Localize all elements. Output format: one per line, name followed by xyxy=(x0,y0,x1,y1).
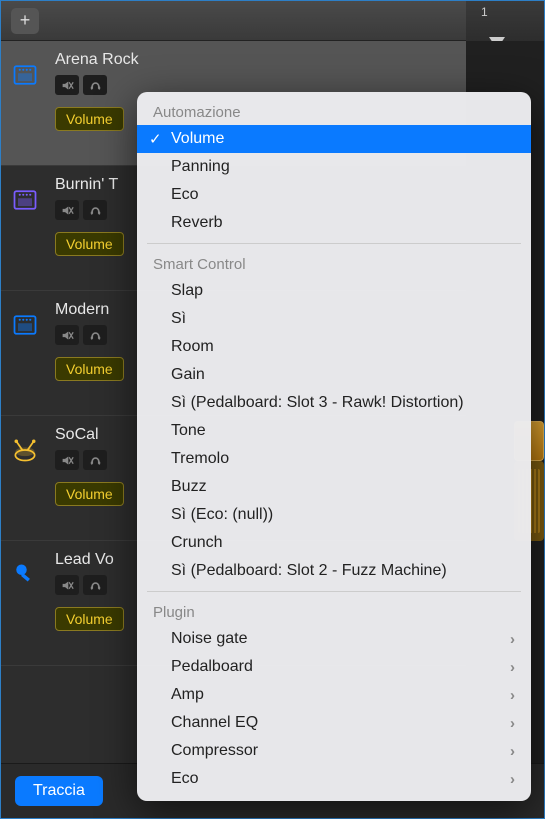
menu-section-label: Automazione xyxy=(137,98,531,125)
add-track-button[interactable]: + xyxy=(11,8,39,34)
menu-item-label: Buzz xyxy=(171,478,207,496)
tab-traccia[interactable]: Traccia xyxy=(15,776,103,806)
solo-headphones-button[interactable] xyxy=(83,325,107,345)
track-instrument-icon xyxy=(1,416,49,540)
chevron-right-icon: › xyxy=(510,715,515,732)
automation-parameter-chip[interactable]: Volume xyxy=(55,607,124,631)
solo-headphones-button[interactable] xyxy=(83,575,107,595)
menu-item-label: Channel EQ xyxy=(171,714,258,732)
menu-item[interactable]: Sì (Eco: (null)) xyxy=(137,501,531,529)
menu-item-label: Room xyxy=(171,338,214,356)
menu-section-label: Plugin xyxy=(137,598,531,625)
menu-section-label: Smart Control xyxy=(137,250,531,277)
menu-item-label: Eco xyxy=(171,770,199,788)
solo-headphones-button[interactable] xyxy=(83,75,107,95)
menu-item-label: Sì xyxy=(171,310,186,328)
mute-button[interactable] xyxy=(55,450,79,470)
menu-item-label: Noise gate xyxy=(171,630,248,648)
toolbar: + xyxy=(1,1,544,41)
automation-parameter-chip[interactable]: Volume xyxy=(55,232,124,256)
menu-item[interactable]: Tone xyxy=(137,417,531,445)
menu-item[interactable]: Noise gate › xyxy=(137,625,531,653)
ruler-marker: 1 xyxy=(481,5,488,19)
menu-item-label: Tone xyxy=(171,422,206,440)
menu-item[interactable]: Channel EQ › xyxy=(137,709,531,737)
menu-item[interactable]: Sì xyxy=(137,305,531,333)
menu-item-label: Eco xyxy=(171,186,199,204)
menu-item[interactable]: Tremolo xyxy=(137,445,531,473)
mute-button[interactable] xyxy=(55,75,79,95)
menu-item-label: Gain xyxy=(171,366,205,384)
app-frame: + 1 Arena Rock Volume Burnin' T xyxy=(0,0,545,819)
automation-parameter-chip[interactable]: Volume xyxy=(55,357,124,381)
track-instrument-icon xyxy=(1,541,49,665)
menu-item-label: Pedalboard xyxy=(171,658,253,676)
menu-item[interactable]: Sì (Pedalboard: Slot 3 - Rawk! Distortio… xyxy=(137,389,531,417)
track-name: Arena Rock xyxy=(55,51,466,69)
menu-item[interactable]: Volume xyxy=(137,125,531,153)
menu-item-label: Slap xyxy=(171,282,203,300)
menu-item-label: Compressor xyxy=(171,742,258,760)
menu-item[interactable]: Gain xyxy=(137,361,531,389)
mute-button[interactable] xyxy=(55,575,79,595)
menu-item[interactable]: Panning xyxy=(137,153,531,181)
menu-item[interactable]: Pedalboard › xyxy=(137,653,531,681)
menu-item[interactable]: Room xyxy=(137,333,531,361)
menu-item[interactable]: Slap xyxy=(137,277,531,305)
menu-separator xyxy=(147,591,521,592)
chevron-right-icon: › xyxy=(510,687,515,704)
mute-button[interactable] xyxy=(55,200,79,220)
menu-item-label: Tremolo xyxy=(171,450,229,468)
menu-separator xyxy=(147,243,521,244)
menu-item[interactable]: Buzz xyxy=(137,473,531,501)
menu-item-label: Sì (Pedalboard: Slot 3 - Rawk! Distortio… xyxy=(171,394,464,412)
menu-item[interactable]: Eco › xyxy=(137,765,531,793)
menu-item-label: Amp xyxy=(171,686,204,704)
ruler[interactable]: 1 xyxy=(466,1,544,41)
track-instrument-icon xyxy=(1,291,49,415)
menu-item[interactable]: Compressor › xyxy=(137,737,531,765)
menu-item-label: Volume xyxy=(171,130,224,148)
menu-item-label: Sì (Pedalboard: Slot 2 - Fuzz Machine) xyxy=(171,562,447,580)
menu-item[interactable]: Reverb xyxy=(137,209,531,237)
track-instrument-icon xyxy=(1,166,49,290)
automation-parameter-chip[interactable]: Volume xyxy=(55,107,124,131)
menu-item[interactable]: Eco xyxy=(137,181,531,209)
menu-item-label: Panning xyxy=(171,158,230,176)
menu-item[interactable]: Crunch xyxy=(137,529,531,557)
chevron-right-icon: › xyxy=(510,631,515,648)
menu-item[interactable]: Sì (Pedalboard: Slot 2 - Fuzz Machine) xyxy=(137,557,531,585)
automation-parameter-menu: Automazione Volume Panning Eco Reverb Smart C… xyxy=(137,92,531,801)
menu-item-label: Sì (Eco: (null)) xyxy=(171,506,273,524)
track-instrument-icon xyxy=(1,41,49,165)
chevron-right-icon: › xyxy=(510,659,515,676)
automation-parameter-chip[interactable]: Volume xyxy=(55,482,124,506)
mute-button[interactable] xyxy=(55,325,79,345)
chevron-right-icon: › xyxy=(510,771,515,788)
chevron-right-icon: › xyxy=(510,743,515,760)
menu-item-label: Crunch xyxy=(171,534,223,552)
solo-headphones-button[interactable] xyxy=(83,450,107,470)
menu-item[interactable]: Amp › xyxy=(137,681,531,709)
menu-item-label: Reverb xyxy=(171,214,223,232)
solo-headphones-button[interactable] xyxy=(83,200,107,220)
